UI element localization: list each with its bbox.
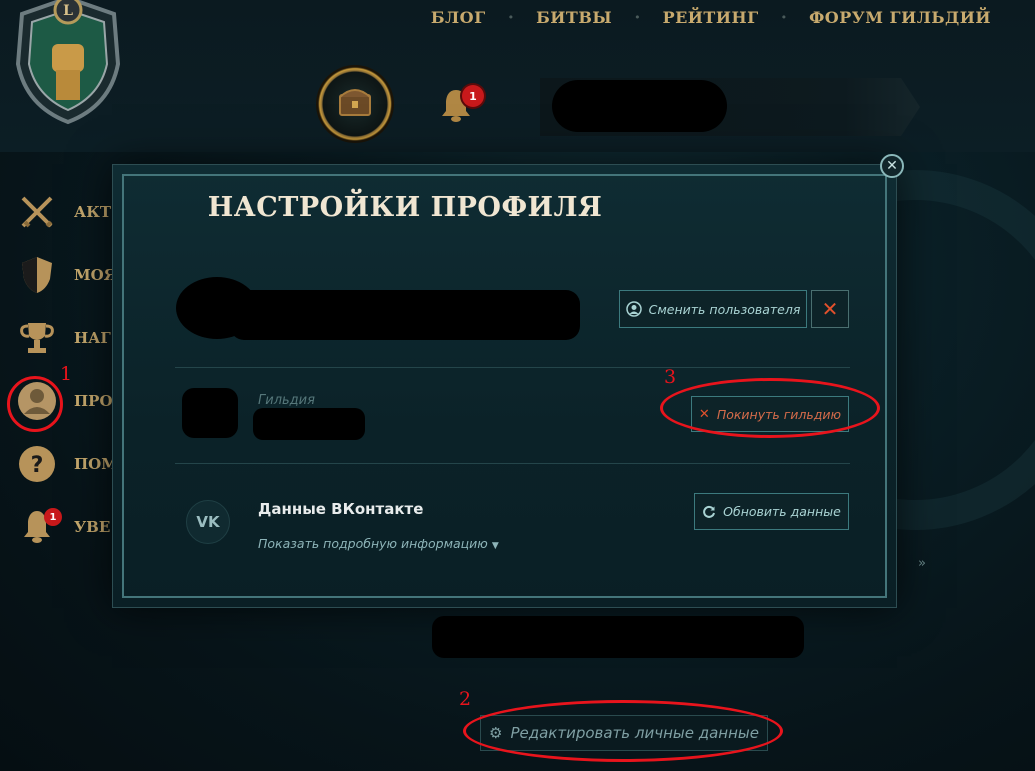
nav-separator: • — [780, 11, 788, 24]
nav-guild-forum[interactable]: ФОРУМ ГИЛЬДИЙ — [809, 8, 991, 27]
annotation-number: 1 — [60, 363, 73, 385]
nav-battles[interactable]: БИТВЫ — [536, 8, 612, 27]
sidebar-item-label: МОЯ — [74, 266, 117, 284]
sidebar-notification-badge: 1 — [44, 508, 62, 526]
redacted-text — [432, 616, 804, 658]
redacted-guild-name — [253, 408, 365, 440]
close-icon[interactable]: ✕ — [880, 154, 904, 178]
svg-text:?: ? — [31, 453, 44, 478]
crossed-swords-icon — [14, 189, 60, 235]
nav-separator: • — [634, 11, 641, 24]
nav-rating[interactable]: РЕЙТИНГ — [663, 8, 759, 27]
redacted-account-name — [230, 290, 580, 340]
user-circle-icon — [625, 301, 642, 317]
shield-icon — [14, 252, 60, 298]
vk-data-title: Данные ВКонтакте — [258, 500, 424, 518]
divider — [175, 367, 850, 368]
svg-text:L: L — [63, 3, 73, 19]
caret-down-icon: ▼ — [491, 541, 499, 551]
switch-user-button[interactable]: Сменить пользователя — [619, 290, 807, 328]
bell-icon: 1 — [14, 504, 62, 550]
league-logo-icon[interactable]: L — [10, 0, 126, 126]
sidebar-item-help[interactable]: ? ПОМ — [14, 440, 124, 488]
show-details-link[interactable]: Показать подробную информацию ▼ — [258, 536, 499, 551]
annotation-number: 2 — [459, 688, 472, 710]
remove-account-button[interactable]: ✕ — [811, 290, 849, 328]
trophy-icon — [14, 315, 60, 361]
modal-title: НАСТРОЙКИ ПРОФИЛЯ — [207, 192, 603, 223]
refresh-data-label: Обновить данные — [723, 504, 841, 519]
page: L БЛОГ • БИТВЫ • РЕЙТИНГ • ФОРУМ ГИЛЬДИЙ… — [0, 0, 1035, 771]
redacted-username — [552, 80, 727, 132]
chest-avatar[interactable] — [316, 65, 394, 143]
guild-label: Гильдия — [258, 393, 315, 408]
sidebar-item-label: НАГ — [74, 329, 111, 347]
nav-separator: • — [507, 11, 515, 24]
side-chevron[interactable]: » — [918, 556, 926, 571]
sidebar-item-label: УВЕ — [74, 518, 111, 536]
vk-icon: VK — [186, 500, 230, 544]
annotation-ellipse — [660, 378, 880, 438]
sidebar-item-my[interactable]: МОЯ — [14, 251, 124, 299]
refresh-data-button[interactable]: Обновить данные — [694, 493, 849, 530]
notification-count-badge: 1 — [462, 85, 484, 107]
sidebar-item-awards[interactable]: НАГ — [14, 314, 124, 362]
redacted-guild-emblem — [182, 388, 238, 438]
show-details-label: Показать подробную информацию — [258, 536, 488, 551]
nav-blog[interactable]: БЛОГ — [431, 8, 486, 27]
annotation-circle — [7, 376, 63, 432]
switch-user-label: Сменить пользователя — [648, 301, 801, 317]
top-navigation: БЛОГ • БИТВЫ • РЕЙТИНГ • ФОРУМ ГИЛЬДИЙ — [431, 8, 991, 27]
chest-icon — [339, 89, 371, 116]
sidebar-item-label: АКТ — [74, 203, 112, 221]
annotation-ellipse — [463, 700, 783, 762]
annotation-number: 3 — [664, 366, 677, 388]
sidebar-item-activity[interactable]: АКТ — [14, 188, 124, 236]
sidebar-item-notifications[interactable]: 1 УВЕ — [14, 503, 124, 551]
divider — [175, 463, 850, 464]
help-icon: ? — [14, 441, 60, 487]
sidebar-item-label: ПРО — [74, 392, 113, 410]
refresh-icon — [703, 505, 716, 518]
